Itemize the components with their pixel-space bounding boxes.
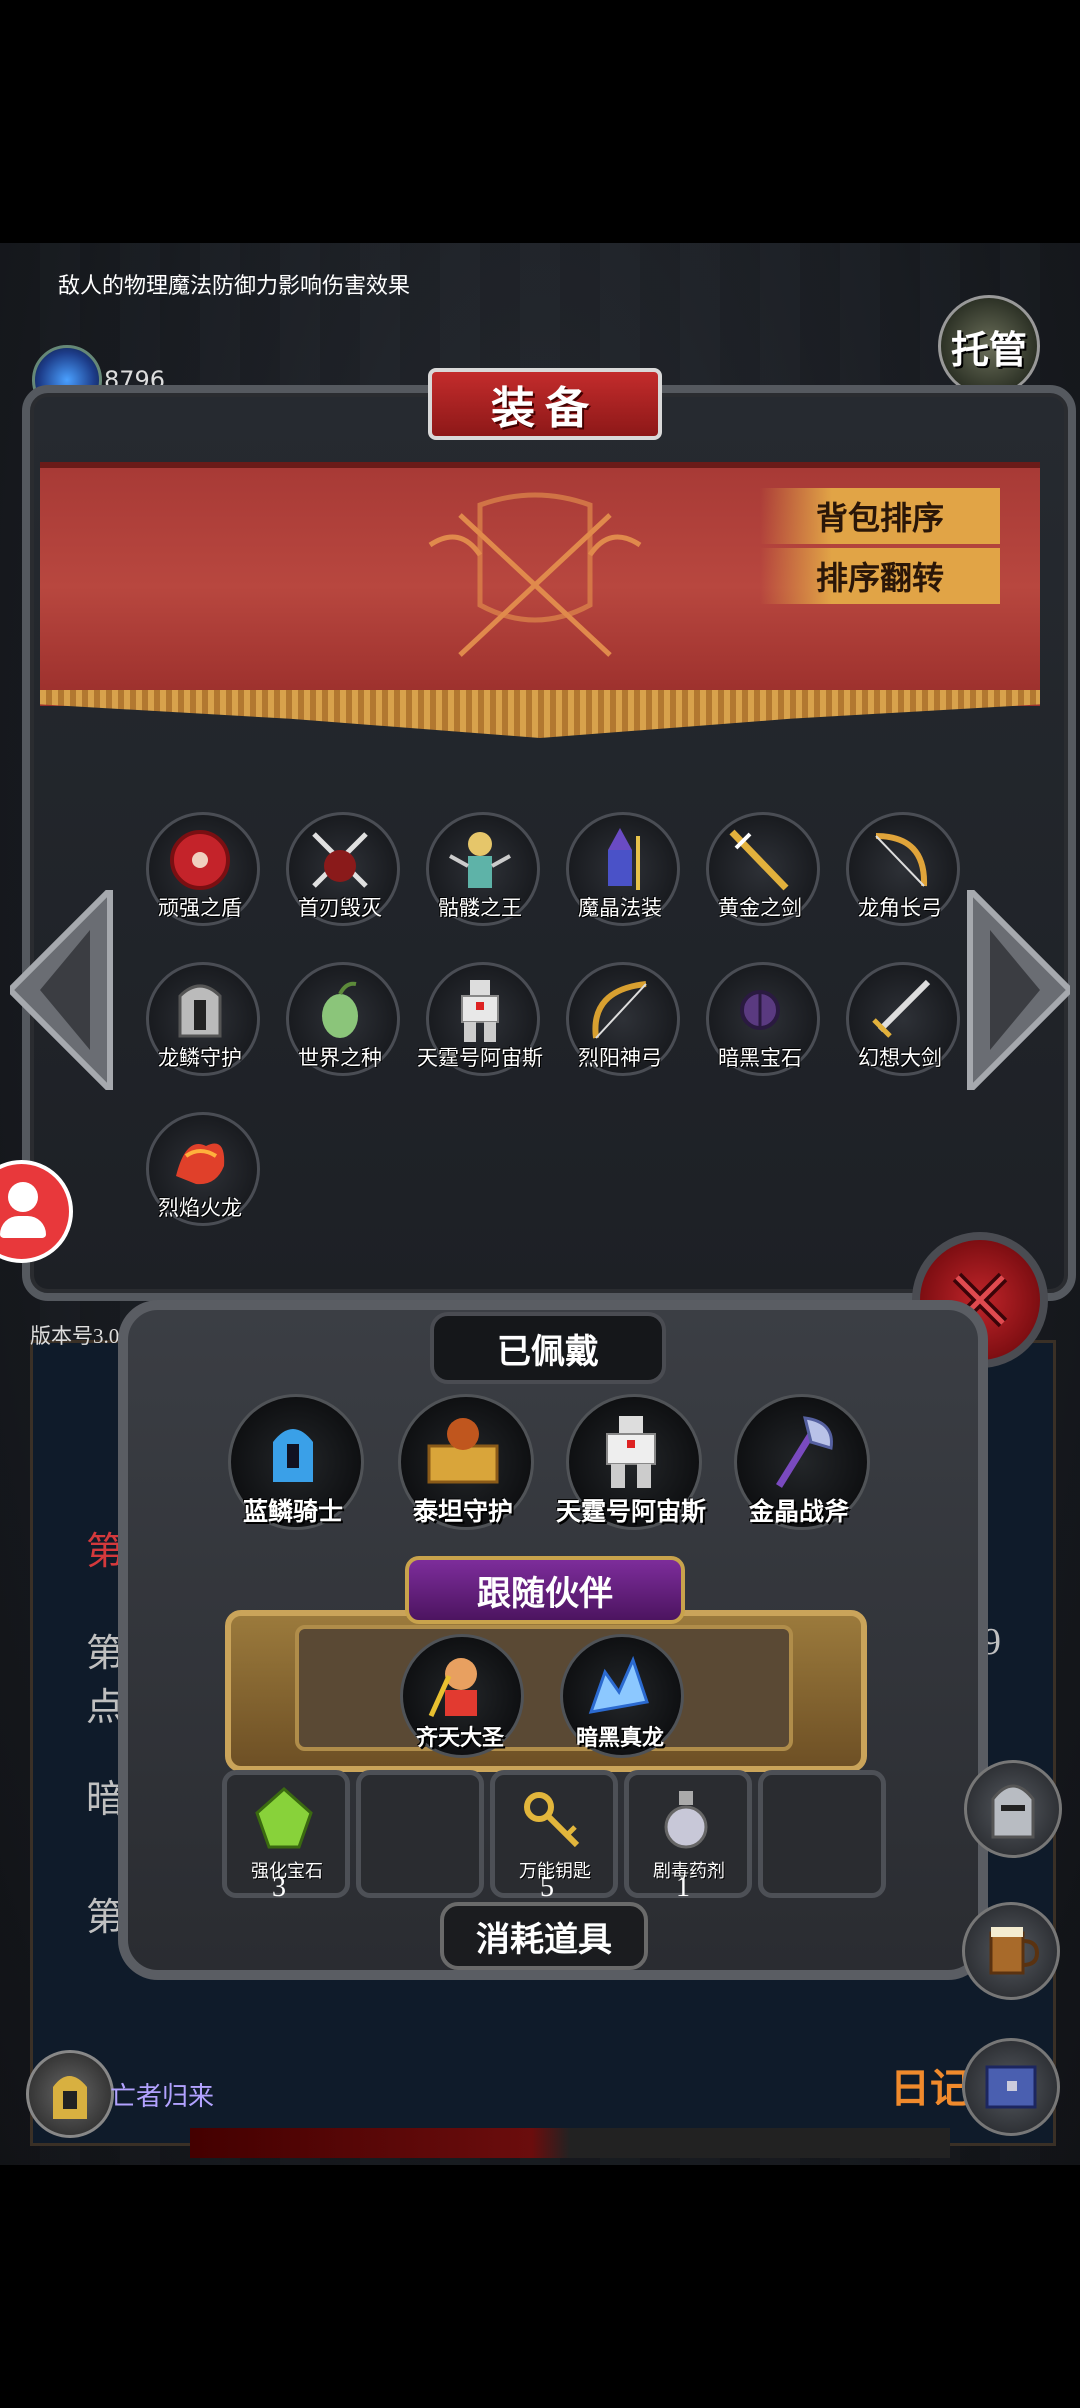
worn-item[interactable]: 天霆号阿宙斯 — [556, 1394, 706, 1534]
item-label: 首刃毁灭 — [298, 896, 382, 920]
diary-label: 日记 — [890, 2066, 970, 2112]
equip-item[interactable]: 顽强之盾 — [140, 812, 260, 942]
consumable-slot-empty[interactable] — [758, 1770, 886, 1898]
item-label: 烈阳神弓 — [578, 1046, 662, 1070]
wizard-icon — [608, 828, 640, 890]
sun-bow-icon — [592, 981, 647, 1039]
helmet-icon — [178, 984, 222, 1038]
equip-item[interactable]: 幻想大剑 — [840, 962, 960, 1092]
hint-text: 敌人的物理魔法防御力影响伤害效果 — [58, 273, 411, 298]
titan-icon — [427, 1418, 499, 1484]
equip-item[interactable]: 天霆号阿宙斯 — [417, 962, 543, 1092]
robot-icon — [606, 1416, 656, 1488]
item-label: 骷髅之王 — [438, 896, 522, 920]
return-avatar[interactable] — [26, 2050, 114, 2138]
item-label: 烈焰火龙 — [158, 1196, 242, 1220]
axe-icon — [776, 1416, 833, 1488]
person-body-icon — [0, 1216, 46, 1238]
knight-icon — [273, 1429, 313, 1482]
green-gem-icon — [255, 1786, 313, 1849]
worn-label: 天霆号阿宙斯 — [555, 1497, 706, 1526]
worn-label: 泰坦守护 — [412, 1497, 513, 1526]
equip-item[interactable]: 烈阳神弓 — [560, 962, 680, 1092]
prev-page-arrow-icon[interactable] — [10, 890, 120, 1090]
seed-icon — [322, 981, 358, 1038]
partner-item[interactable]: 暗黑真龙 — [560, 1634, 684, 1774]
auto-play-button[interactable]: 托管 — [938, 295, 1040, 397]
worn-label: 蓝鳞骑士 — [242, 1497, 343, 1526]
worn-item[interactable]: 金晶战斧 — [734, 1394, 870, 1534]
bottom-health-bar — [190, 2128, 950, 2158]
consumable-label: 强化宝石 — [251, 1861, 323, 1882]
equip-item[interactable]: 骷髅之王 — [420, 812, 540, 942]
worn-item[interactable]: 蓝鳞骑士 — [228, 1394, 364, 1534]
knight-helmet-button[interactable] — [964, 1760, 1062, 1858]
partner-title: 跟随伙伴 — [405, 1556, 685, 1624]
beer-mug-icon — [989, 1927, 1040, 1975]
shield-icon — [170, 830, 230, 890]
partner-label: 齐天大圣 — [415, 1726, 504, 1751]
crossed-swords-crest-icon — [428, 492, 642, 657]
equip-item[interactable]: 世界之种 — [280, 962, 400, 1092]
knight-helmet-icon — [991, 1784, 1035, 1839]
item-label: 顽强之盾 — [158, 896, 242, 920]
consumables-title: 消耗道具 — [440, 1902, 648, 1970]
diary-button[interactable] — [962, 2038, 1060, 2136]
tavern-button[interactable] — [962, 1902, 1060, 2000]
undead-helmet-icon — [53, 2076, 87, 2119]
golden-sword-icon — [729, 829, 789, 891]
consumable-count: 5 — [540, 1872, 554, 1903]
item-label: 龙角长弓 — [858, 896, 942, 920]
equip-item[interactable]: 暗黑宝石 — [700, 962, 820, 1092]
equip-item[interactable]: 龙角长弓 — [840, 812, 960, 942]
next-page-arrow-icon[interactable] — [960, 890, 1070, 1090]
consumable-label: 万能钥匙 — [519, 1861, 591, 1882]
equip-item[interactable]: 魔晶法装 — [560, 812, 680, 942]
monkey-king-icon — [428, 1658, 477, 1718]
ice-dragon-icon — [588, 1655, 649, 1714]
item-label: 魔晶法装 — [578, 896, 662, 920]
item-label: 黄金之剑 — [718, 896, 802, 920]
great-sword-icon — [872, 979, 931, 1038]
item-label: 世界之种 — [298, 1046, 382, 1070]
person-head-icon — [8, 1182, 38, 1212]
equip-item[interactable]: 烈焰火龙 — [140, 1112, 260, 1242]
item-label: 幻想大剑 — [858, 1046, 942, 1070]
equip-item[interactable]: 首刃毁灭 — [280, 812, 400, 942]
worn-title: 已佩戴 — [430, 1312, 666, 1384]
consumable-slot[interactable]: 强化宝石 — [222, 1770, 350, 1898]
sort-bag-button[interactable]: 背包排序 — [760, 488, 1000, 544]
consumable-count: 1 — [676, 1872, 690, 1903]
equip-item[interactable]: 黄金之剑 — [700, 812, 820, 942]
dark-gem-icon — [740, 990, 780, 1030]
version-label: 版本号3.08 — [30, 1324, 130, 1348]
item-label: 天霆号阿宙斯 — [417, 1046, 543, 1070]
equipment-title: 装备 — [428, 368, 662, 440]
return-text: 亡者归来 — [110, 2082, 215, 2112]
worn-label: 金晶战斧 — [748, 1497, 849, 1526]
auto-play-label: 托管 — [950, 327, 1027, 372]
consumable-slot-empty[interactable] — [356, 1770, 484, 1898]
partner-item[interactable]: 齐天大圣 — [400, 1634, 524, 1774]
consumable-count: 3 — [272, 1872, 286, 1903]
key-icon — [524, 1792, 580, 1848]
sort-reverse-button[interactable]: 排序翻转 — [760, 548, 1000, 604]
fire-dragon-icon — [176, 1143, 225, 1185]
book-icon — [985, 2065, 1037, 2109]
partner-label: 暗黑真龙 — [575, 1726, 664, 1751]
bow-icon — [875, 833, 928, 887]
item-label: 暗黑宝石 — [718, 1046, 802, 1070]
potion-icon — [664, 1791, 708, 1849]
consumable-slot[interactable]: 万能钥匙 — [490, 1770, 618, 1898]
robot-icon — [461, 980, 499, 1042]
item-label: 龙鳞守护 — [158, 1046, 242, 1070]
skeleton-icon — [449, 832, 511, 888]
equip-item[interactable]: 龙鳞守护 — [140, 962, 260, 1092]
worn-item[interactable]: 泰坦守护 — [398, 1394, 534, 1534]
blade-icon — [312, 832, 368, 888]
